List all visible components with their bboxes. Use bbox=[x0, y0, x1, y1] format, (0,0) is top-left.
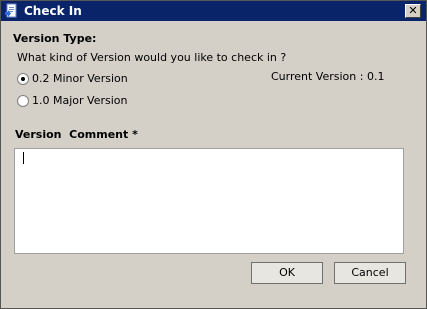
document-checkin-icon bbox=[4, 3, 20, 19]
check-in-dialog: Check In ✕ Version Type: What kind of Ve… bbox=[0, 0, 427, 309]
title-bar: Check In ✕ bbox=[1, 1, 426, 21]
radio-button-selected[interactable] bbox=[17, 73, 29, 85]
radio-minor-version-label: 0.2 Minor Version bbox=[32, 72, 128, 85]
text-caret bbox=[23, 152, 24, 164]
close-button[interactable]: ✕ bbox=[405, 4, 421, 18]
version-question: What kind of Version would you like to c… bbox=[17, 51, 287, 64]
version-type-heading: Version Type: bbox=[13, 32, 97, 45]
close-icon: ✕ bbox=[408, 4, 418, 17]
version-comment-textarea[interactable] bbox=[14, 148, 404, 254]
cancel-button[interactable]: Cancel bbox=[334, 262, 406, 284]
radio-major-version-label: 1.0 Major Version bbox=[32, 94, 128, 107]
radio-button-unselected[interactable] bbox=[17, 95, 29, 107]
version-comment-label: Version Comment * bbox=[15, 128, 138, 141]
current-version-text: Current Version : 0.1 bbox=[271, 70, 385, 83]
ok-button[interactable]: OK bbox=[251, 262, 323, 284]
dialog-title: Check In bbox=[24, 4, 82, 18]
